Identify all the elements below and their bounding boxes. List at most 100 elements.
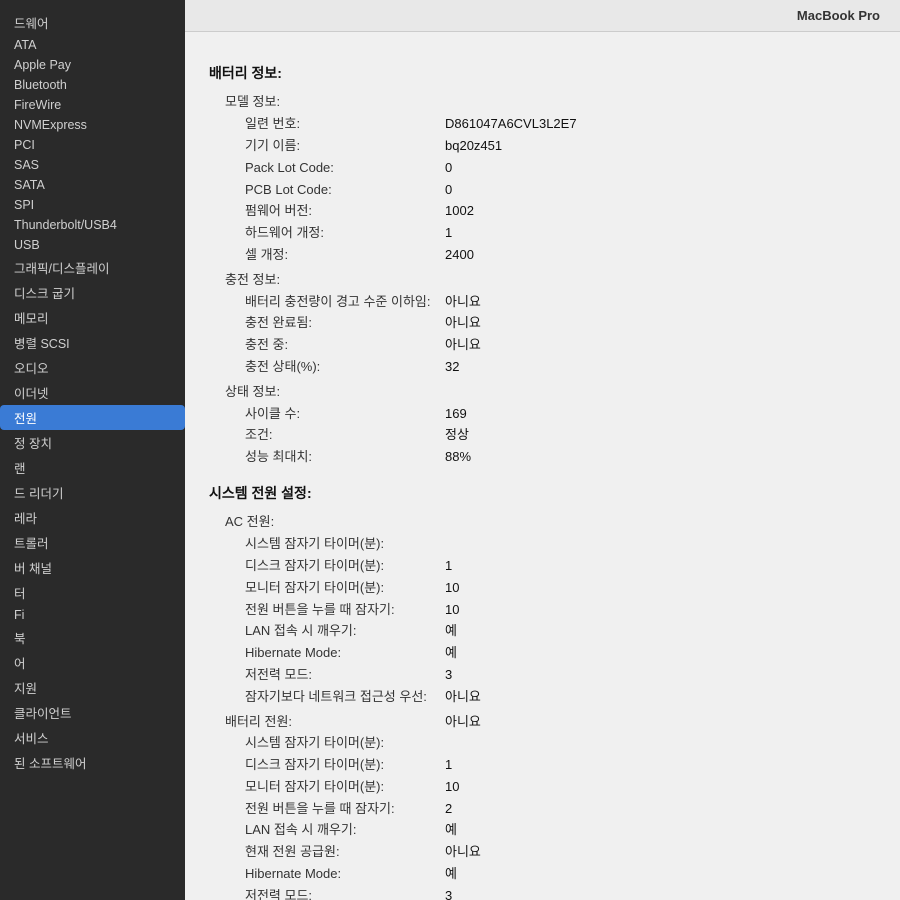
sidebar-item-printer[interactable]: 터: [0, 580, 185, 605]
charging-value: 아니요: [445, 335, 481, 356]
ac-lowpower-row: 저전력 모드: 3: [225, 665, 876, 686]
status-title-row: 상태 정보:: [225, 382, 876, 403]
bat-hibernate-value: 예: [445, 864, 457, 885]
ac-lowpower-value: 3: [445, 665, 452, 686]
sidebar-item-firewire[interactable]: FireWire: [0, 95, 185, 115]
charge-pct-row: 충전 상태(%): 32: [225, 357, 876, 378]
bat-power-btn-label: 전원 버튼을 누를 때 잠자기:: [225, 799, 445, 820]
battery-power-title: 배터리 전원:: [225, 712, 445, 733]
bat-sys-sleep-value-inline: 아니요: [445, 712, 481, 733]
cycle-value: 169: [445, 404, 467, 425]
sidebar-item-disk[interactable]: 디스크 굽기: [0, 280, 185, 305]
sidebar-item-ethernet[interactable]: 이더넷: [0, 380, 185, 405]
charge-warn-label: 배터리 충전량이 경고 수준 이하임:: [225, 292, 445, 313]
charge-title: 충전 정보:: [225, 270, 445, 291]
sidebar-item-graphics[interactable]: 그래픽/디스플레이: [0, 255, 185, 280]
status-title: 상태 정보:: [225, 382, 445, 403]
status-block: 상태 정보: 사이클 수: 169 조건: 정상 성능 최대치: 88%: [225, 382, 876, 468]
sidebar-item-memory[interactable]: 메모리: [0, 305, 185, 330]
cell-value: 2400: [445, 245, 474, 266]
sidebar-item-ata[interactable]: ATA: [0, 35, 185, 55]
cell-row: 셀 개정: 2400: [225, 245, 876, 266]
sidebar-item-fiberchannel[interactable]: 버 채널: [0, 555, 185, 580]
sidebar-item-book[interactable]: 북: [0, 625, 185, 650]
pack-lot-label: Pack Lot Code:: [225, 158, 445, 179]
sidebar-item-client[interactable]: 클라이언트: [0, 700, 185, 725]
bat-sys-sleep-row: 시스템 잠자기 타이머(분):: [225, 733, 876, 754]
ac-sys-sleep-row: 시스템 잠자기 타이머(분):: [225, 534, 876, 555]
sidebar-item-controller[interactable]: 트롤러: [0, 530, 185, 555]
sidebar-item-hardware[interactable]: 드웨어: [0, 10, 185, 35]
ac-monitor-sleep-value: 10: [445, 578, 459, 599]
ac-power-block: AC 전원: 시스템 잠자기 타이머(분): 디스크 잠자기 타이머(분): 1…: [225, 512, 876, 707]
ac-sys-sleep-label: 시스템 잠자기 타이머(분):: [225, 534, 445, 555]
sidebar-item-unknown1[interactable]: 어: [0, 650, 185, 675]
ac-lan-row: LAN 접속 시 깨우기: 예: [225, 621, 876, 642]
condition-value: 정상: [445, 425, 469, 446]
bat-monitor-sleep-label: 모니터 잠자기 타이머(분):: [225, 777, 445, 798]
model-title: 모델 정보:: [225, 92, 445, 113]
sidebar-item-applepay[interactable]: Apple Pay: [0, 55, 185, 75]
bat-monitor-sleep-row: 모니터 잠자기 타이머(분): 10: [225, 777, 876, 798]
sidebar-item-nvme[interactable]: NVMExpress: [0, 115, 185, 135]
sidebar-item-cardreader[interactable]: 드 리더기: [0, 480, 185, 505]
ac-hibernate-row: Hibernate Mode: 예: [225, 643, 876, 664]
sidebar-item-sata[interactable]: SATA: [0, 175, 185, 195]
cycle-row: 사이클 수: 169: [225, 404, 876, 425]
hardware-value: 1: [445, 223, 452, 244]
bat-lan-value: 예: [445, 820, 457, 841]
bat-power-btn-row: 전원 버튼을 누를 때 잠자기: 2: [225, 799, 876, 820]
firmware-row: 펌웨어 버전: 1002: [225, 201, 876, 222]
bat-disk-sleep-row: 디스크 잠자기 타이머(분): 1: [225, 755, 876, 776]
sidebar-item-pci[interactable]: PCI: [0, 135, 185, 155]
ac-power-btn-value: 10: [445, 600, 459, 621]
serial-value: D861047A6CVL3L2E7: [445, 114, 577, 135]
ac-hibernate-label: Hibernate Mode:: [225, 643, 445, 664]
sidebar-item-service[interactable]: 서비스: [0, 725, 185, 750]
sidebar-item-spi[interactable]: SPI: [0, 195, 185, 215]
charge-warn-value: 아니요: [445, 292, 481, 313]
sidebar-item-lan[interactable]: 랜: [0, 455, 185, 480]
sidebar-item-usb[interactable]: USB: [0, 235, 185, 255]
charging-label: 충전 중:: [225, 335, 445, 356]
ac-title: AC 전원:: [225, 512, 445, 533]
bat-lan-label: LAN 접속 시 깨우기:: [225, 820, 445, 841]
charge-complete-value: 아니요: [445, 313, 481, 334]
ac-monitor-sleep-row: 모니터 잠자기 타이머(분): 10: [225, 578, 876, 599]
bat-hibernate-row: Hibernate Mode: 예: [225, 864, 876, 885]
condition-label: 조건:: [225, 425, 445, 446]
charge-warn-row: 배터리 충전량이 경고 수준 이하임: 아니요: [225, 292, 876, 313]
sidebar-item-camera[interactable]: 레라: [0, 505, 185, 530]
content-area: 배터리 정보: 모델 정보: 일련 번호: D861047A6CVL3L2E7 …: [185, 32, 900, 900]
sidebar-item-wifi[interactable]: Fi: [0, 605, 185, 625]
main-panel: MacBook Pro 배터리 정보: 모델 정보: 일련 번호: D86104…: [185, 0, 900, 900]
charge-pct-label: 충전 상태(%):: [225, 357, 445, 378]
sidebar-item-bluetooth[interactable]: Bluetooth: [0, 75, 185, 95]
ac-lowpower-label: 저전력 모드:: [225, 665, 445, 686]
ac-disk-sleep-row: 디스크 잠자기 타이머(분): 1: [225, 556, 876, 577]
sidebar-item-printdevice[interactable]: 정 장치: [0, 430, 185, 455]
sidebar-item-audio[interactable]: 오디오: [0, 355, 185, 380]
sidebar-item-power[interactable]: 전원: [0, 405, 185, 430]
bat-monitor-sleep-value: 10: [445, 777, 459, 798]
serial-row: 일련 번호: D861047A6CVL3L2E7: [225, 114, 876, 135]
charge-complete-row: 충전 완료됨: 아니요: [225, 313, 876, 334]
device-name-value: bq20z451: [445, 136, 502, 157]
ac-net-wakeup-value: 아니요: [445, 687, 481, 708]
sidebar-item-software[interactable]: 된 소프트웨어: [0, 750, 185, 775]
sidebar-item-thunderbolt[interactable]: Thunderbolt/USB4: [0, 215, 185, 235]
firmware-value: 1002: [445, 201, 474, 222]
bat-lowpower-label: 저전력 모드:: [225, 886, 445, 900]
sidebar-item-support[interactable]: 지원: [0, 675, 185, 700]
battery-power-block: 배터리 전원: 아니요 시스템 잠자기 타이머(분): 디스크 잠자기 타이머(…: [225, 712, 876, 900]
ac-lan-label: LAN 접속 시 깨우기:: [225, 621, 445, 642]
sidebar-item-scsi[interactable]: 병렬 SCSI: [0, 330, 185, 355]
battery-section-title: 배터리 정보:: [209, 62, 876, 84]
bat-power-btn-value: 2: [445, 799, 452, 820]
pcb-lot-label: PCB Lot Code:: [225, 180, 445, 201]
sidebar-item-sas[interactable]: SAS: [0, 155, 185, 175]
model-title-row: 모델 정보:: [225, 92, 876, 113]
bat-lowpower-row: 저전력 모드: 3: [225, 886, 876, 900]
header-bar: MacBook Pro: [185, 0, 900, 32]
ac-hibernate-value: 예: [445, 643, 457, 664]
